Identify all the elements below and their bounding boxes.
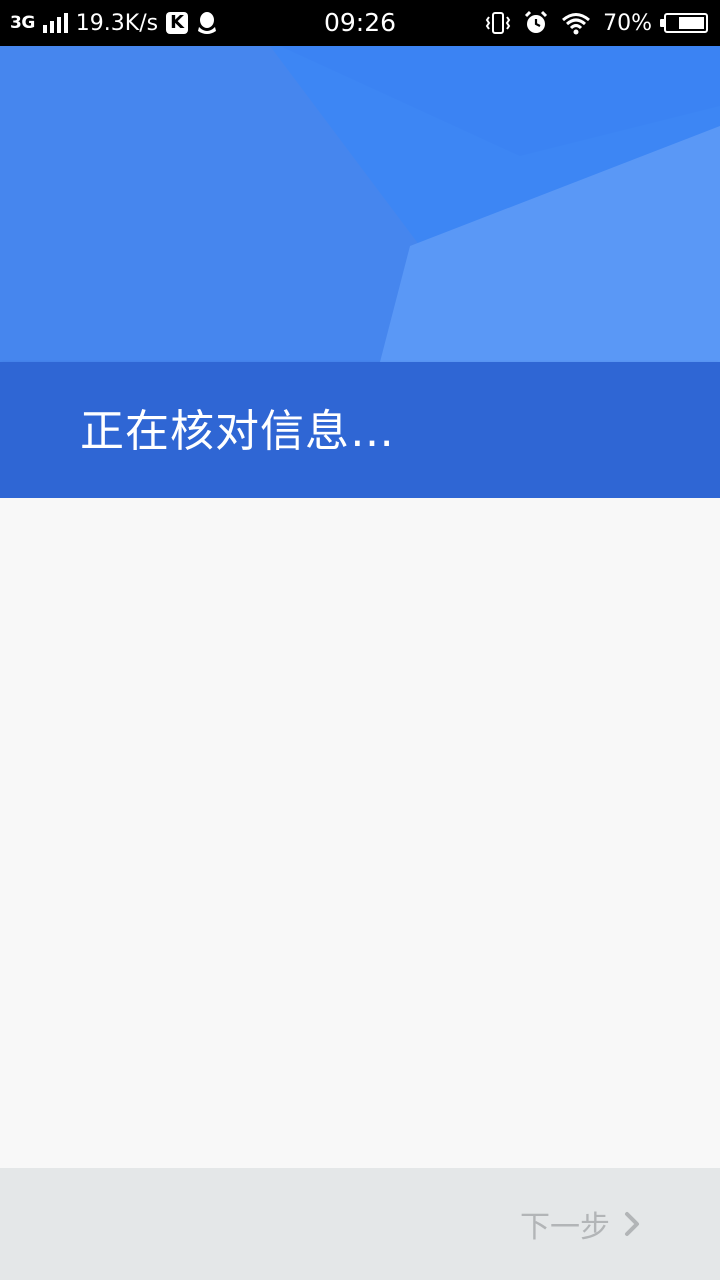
next-step-button[interactable]: 下一步 — [520, 1168, 640, 1280]
status-bar-left: 3G 19.3K/s K — [10, 0, 218, 46]
chevron-right-icon — [625, 1212, 639, 1236]
wifi-icon — [562, 13, 591, 35]
status-bar-right: 70% — [485, 0, 708, 46]
header-banner — [0, 46, 720, 362]
qq-icon — [198, 12, 217, 34]
title-band: 正在核对信息… — [0, 362, 720, 498]
signal-icon — [42, 13, 68, 33]
banner-background-shapes — [0, 46, 720, 362]
screen: 3G 19.3K/s K 09:26 70% 正在核对信息… 下一步 — [0, 0, 720, 1280]
alarm-icon — [525, 10, 548, 33]
battery-icon — [660, 13, 708, 33]
battery-percent-label: 70% — [603, 10, 652, 36]
next-step-label: 下一步 — [520, 1210, 610, 1245]
network-speed-label: 19.3K/s — [75, 10, 159, 36]
page-title: 正在核对信息… — [80, 406, 395, 457]
status-bar: 3G 19.3K/s K 09:26 70% — [0, 0, 720, 46]
bottom-bar: 下一步 — [0, 1168, 720, 1280]
network-type-label: 3G — [10, 13, 35, 33]
k-app-icon: K — [166, 12, 189, 34]
vibrate-icon — [485, 12, 511, 34]
content-area — [0, 498, 720, 1168]
